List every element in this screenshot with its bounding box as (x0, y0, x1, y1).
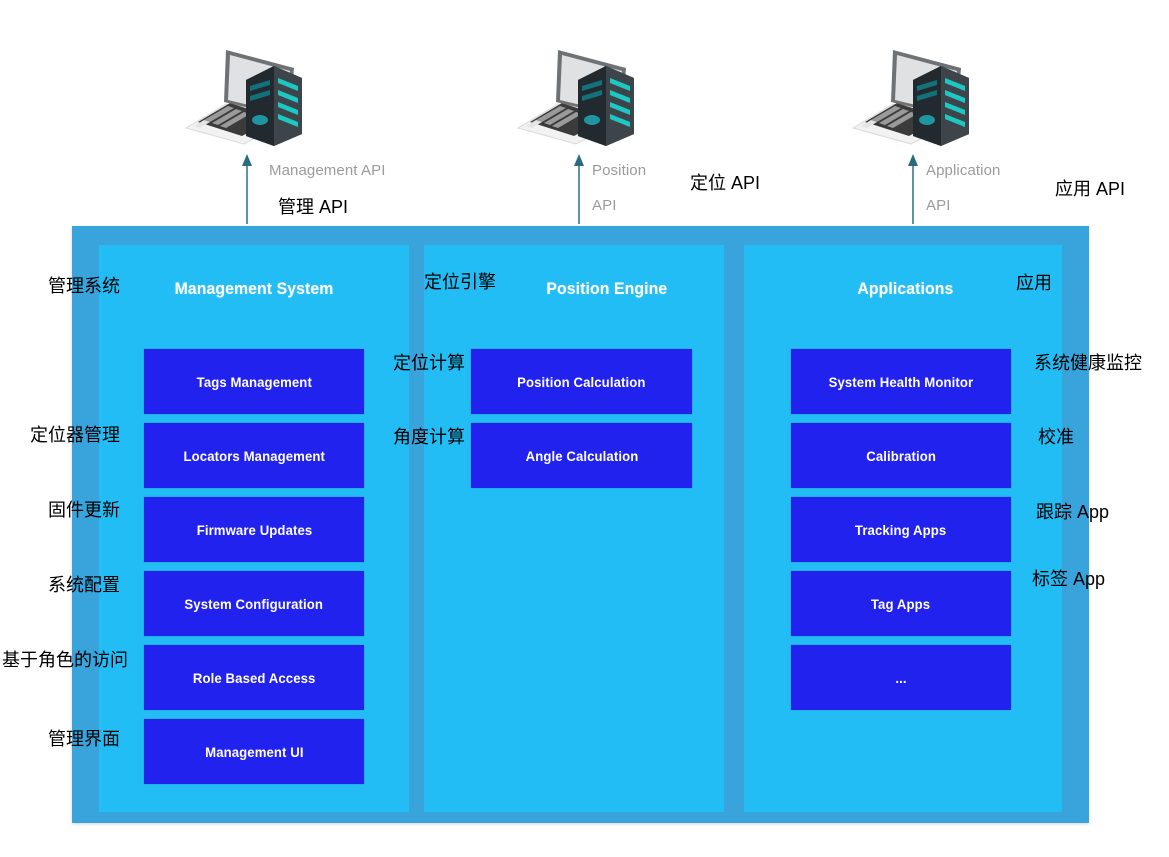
column-title-applications: Applications (857, 279, 954, 298)
block-firmware-updates[interactable]: Firmware Updates (144, 497, 364, 562)
block-tags-management[interactable]: Tags Management (144, 349, 364, 414)
anno-system-health-monitor-cn: 系统健康监控 (1034, 353, 1142, 373)
block-position-calculation[interactable]: Position Calculation (471, 349, 692, 414)
column-management-system: Management System Tags Management Locato… (99, 245, 409, 812)
block-role-based-access[interactable]: Role Based Access (144, 645, 364, 710)
block-label: System Health Monitor (828, 373, 974, 390)
position-api-label-cn: 定位 API (690, 173, 761, 193)
block-stack-management-system: Tags Management Locators Management Firm… (99, 349, 409, 793)
anno-management-ui-cn: 管理界面 (48, 729, 120, 749)
management-api-label-cn: 管理 API (278, 197, 349, 217)
block-label: Tag Apps (871, 595, 931, 612)
anno-locators-management-cn: 定位器管理 (30, 425, 120, 445)
up-arrow-icon (906, 153, 920, 225)
block-more-apps[interactable]: ... (791, 645, 1011, 710)
block-label: Tags Management (196, 373, 312, 390)
block-label: Tracking Apps (855, 521, 947, 538)
anno-calibration-cn: 校准 (1038, 427, 1074, 447)
block-label: Management UI (204, 743, 304, 760)
laptop-server-icon (510, 36, 640, 146)
block-stack-applications: System Health Monitor Calibration Tracki… (744, 349, 1062, 719)
anno-applications-cn: 应用 (1016, 273, 1052, 293)
block-label: Position Calculation (517, 373, 646, 390)
block-tag-apps[interactable]: Tag Apps (791, 571, 1011, 636)
block-management-ui[interactable]: Management UI (144, 719, 364, 784)
anno-management-system-cn: 管理系统 (48, 276, 120, 296)
block-label: System Configuration (184, 595, 324, 612)
block-tracking-apps[interactable]: Tracking Apps (791, 497, 1011, 562)
column-position-engine: Position Engine Position Calculation Ang… (424, 245, 724, 812)
block-angle-calculation[interactable]: Angle Calculation (471, 423, 692, 488)
column-applications: Applications System Health Monitor Calib… (744, 245, 1062, 812)
application-api-label-cn: 应用 API (1055, 179, 1126, 199)
block-label: Role Based Access (192, 669, 316, 686)
block-system-health-monitor[interactable]: System Health Monitor (791, 349, 1011, 414)
management-api-label-en: Management API (269, 162, 386, 179)
anno-position-calculation-cn: 定位计算 (393, 353, 465, 373)
anno-tracking-apps-cn: 跟踪 App (1036, 502, 1110, 522)
application-api-label-en-line2: API (926, 197, 951, 214)
block-label: Calibration (866, 447, 936, 464)
anno-system-configuration-cn: 系统配置 (48, 575, 120, 595)
up-arrow-icon (572, 153, 586, 225)
block-system-configuration[interactable]: System Configuration (144, 571, 364, 636)
block-stack-position-engine: Position Calculation Angle Calculation (424, 349, 724, 497)
anno-firmware-updates-cn: 固件更新 (48, 500, 120, 520)
anno-position-engine-cn: 定位引擎 (424, 272, 496, 292)
column-title-management-system: Management System (174, 279, 334, 298)
application-api-label-en-line1: Application (926, 162, 1001, 179)
position-api-label-en-line2: API (592, 197, 617, 214)
block-label: Locators Management (183, 447, 325, 464)
block-label: ... (895, 669, 907, 686)
up-arrow-icon (240, 153, 254, 225)
block-locators-management[interactable]: Locators Management (144, 423, 364, 488)
platform-container-panel: Management System Tags Management Locato… (72, 226, 1089, 823)
architecture-diagram: Management API 管理 API Position API 定位 AP… (0, 0, 1169, 857)
laptop-server-icon (845, 36, 975, 146)
block-label: Angle Calculation (525, 447, 638, 464)
block-calibration[interactable]: Calibration (791, 423, 1011, 488)
block-label: Firmware Updates (196, 521, 312, 538)
anno-angle-calculation-cn: 角度计算 (393, 427, 465, 447)
anno-role-based-access-cn: 基于角色的访问 (2, 650, 128, 670)
laptop-server-icon (178, 36, 308, 146)
anno-tag-apps-cn: 标签 App (1032, 569, 1106, 589)
position-api-label-en-line1: Position (592, 162, 647, 179)
